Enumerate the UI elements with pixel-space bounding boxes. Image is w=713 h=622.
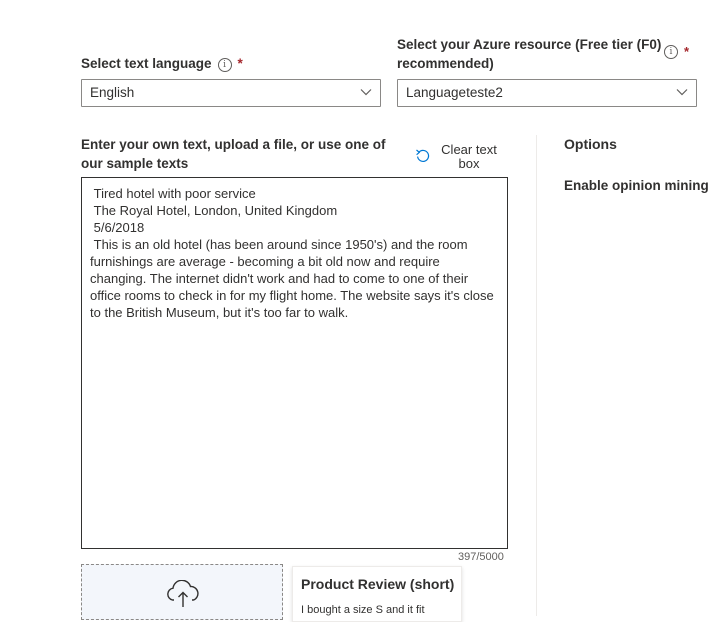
options-title: Options	[564, 136, 617, 152]
text-input-area[interactable]: Tired hotel with poor service The Royal …	[81, 177, 508, 549]
cloud-upload-icon	[167, 580, 199, 607]
clear-text-line1: Clear text	[441, 142, 497, 157]
panel-divider	[536, 135, 537, 616]
required-mark: *	[237, 56, 243, 71]
language-label-text: Select text language	[81, 56, 212, 71]
clear-text-box-button[interactable]: Clear text box	[412, 143, 502, 173]
text-input-label-line1: Enter your own text, upload a file, or u…	[81, 137, 386, 152]
resource-label-line1: Select your Azure resource (Free tier (F…	[397, 37, 662, 52]
language-label: Select text language i *	[81, 54, 243, 73]
resource-label-line2: recommended)	[397, 56, 494, 71]
required-mark: *	[684, 44, 690, 59]
info-icon[interactable]: i	[664, 45, 678, 59]
text-input-label-line2: our sample texts	[81, 156, 189, 171]
clear-text-line2: box	[458, 156, 480, 171]
info-icon[interactable]: i	[217, 58, 232, 72]
resource-dropdown[interactable]: Languageteste2	[397, 79, 697, 107]
upload-file-tile[interactable]	[81, 564, 283, 620]
language-selected: English	[90, 85, 135, 100]
resource-label: Select your Azure resource (Free tier (F…	[397, 35, 697, 73]
text-input-label: Enter your own text, upload a file, or u…	[81, 135, 401, 173]
resource-selected: Languageteste2	[406, 85, 503, 100]
character-counter: 397/5000	[458, 551, 504, 563]
chevron-down-icon	[360, 89, 372, 96]
undo-icon	[416, 149, 430, 162]
chevron-down-icon	[676, 89, 688, 96]
clear-text-box-label: Clear text box	[436, 143, 502, 171]
language-dropdown[interactable]: English	[81, 79, 381, 107]
sample-card-preview: I bought a size S and it fit	[301, 604, 425, 616]
sample-card-title: Product Review (short)	[301, 576, 455, 592]
enable-opinion-mining-label[interactable]: Enable opinion mining	[564, 176, 709, 195]
sample-text-card[interactable]: Product Review (short) I bought a size S…	[292, 566, 462, 622]
